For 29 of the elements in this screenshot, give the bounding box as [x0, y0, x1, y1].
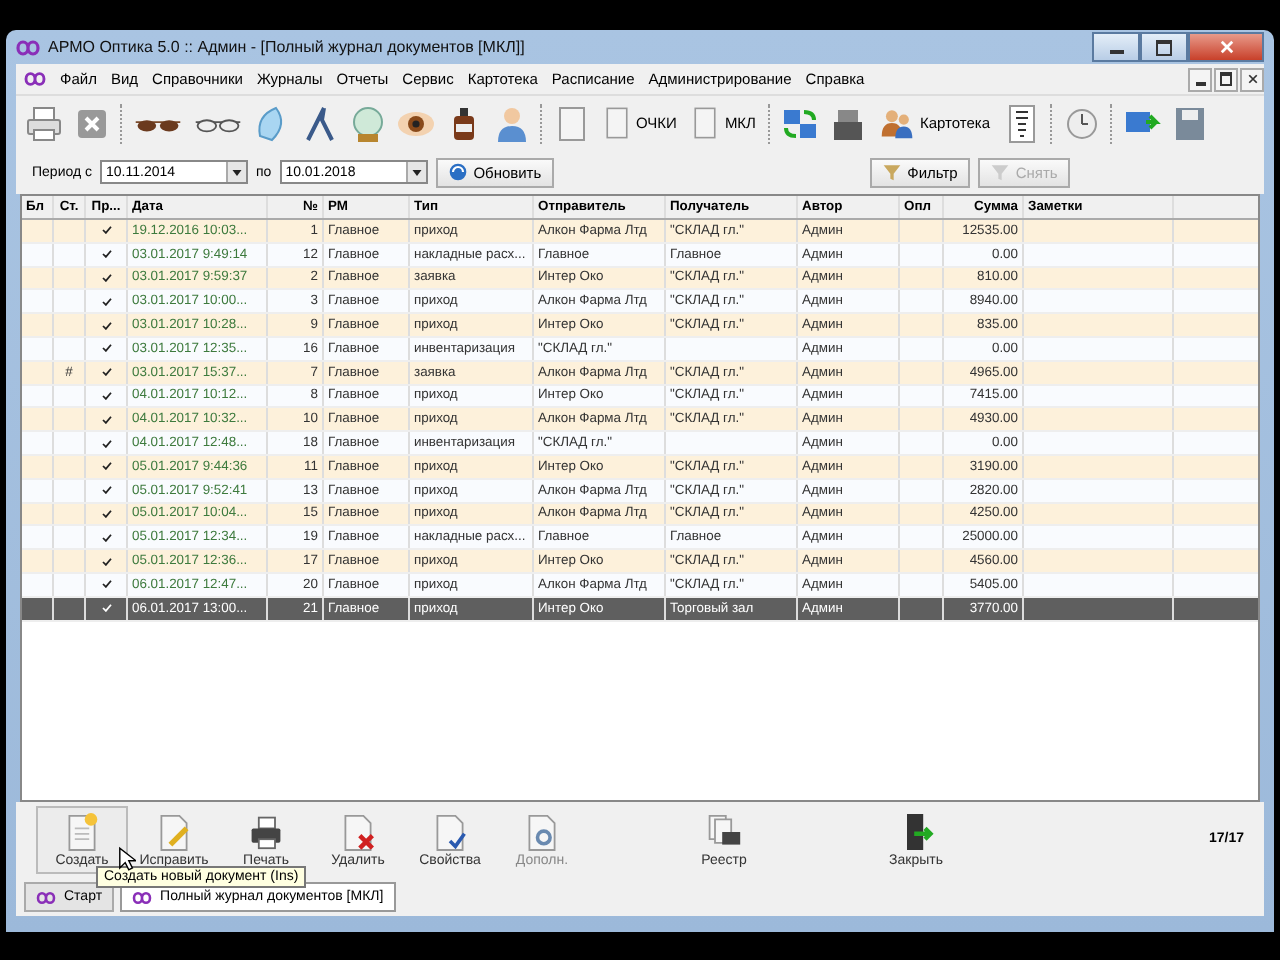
dropdown-arrow-icon — [411, 169, 422, 175]
document-check-icon — [432, 811, 468, 851]
document-logo-icon — [24, 70, 46, 88]
mouse-cursor-icon — [118, 846, 136, 872]
window-title: АРМО Оптика 5.0 :: Админ - [Полный журнал документов [МКЛ]] — [48, 38, 525, 56]
child-close-button[interactable] — [1240, 67, 1264, 91]
close-button[interactable] — [1188, 32, 1264, 62]
close-icon — [1247, 74, 1257, 84]
printer-icon[interactable] — [24, 103, 64, 143]
refresh-icon — [447, 162, 468, 182]
delete-document-icon — [340, 811, 376, 851]
users-icon — [879, 106, 914, 140]
minimize-button[interactable] — [1092, 32, 1140, 62]
child-minimize-button[interactable] — [1188, 67, 1212, 91]
dropdown-arrow-icon — [232, 169, 242, 175]
close-icon — [1219, 40, 1233, 54]
app-logo-icon — [132, 889, 153, 905]
new-document-icon — [64, 811, 100, 851]
app-logo-icon — [16, 37, 40, 57]
app-logo-icon — [36, 889, 56, 905]
printer-icon — [248, 811, 284, 851]
document-icon — [604, 106, 630, 140]
printer-stack-icon — [706, 811, 742, 851]
funnel-icon — [881, 162, 902, 182]
child-restore-button[interactable] — [1214, 67, 1238, 91]
document-icon — [692, 106, 719, 140]
funnel-icon — [989, 162, 1010, 182]
edit-document-icon — [156, 811, 192, 851]
maximize-button[interactable] — [1140, 32, 1188, 62]
